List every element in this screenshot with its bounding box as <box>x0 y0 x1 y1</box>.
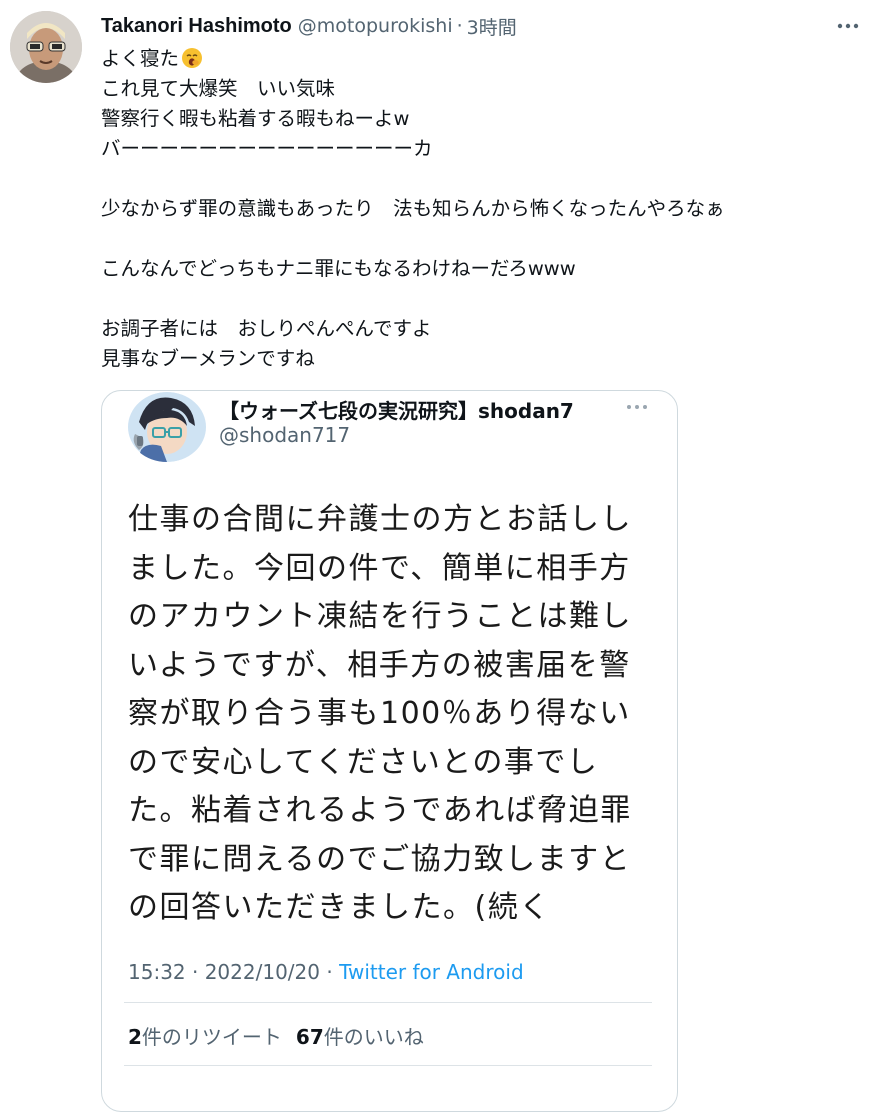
tweet-text-blank-line <box>101 284 861 314</box>
retweet-count: 2 <box>128 1025 142 1049</box>
quoted-author-name: 【ウォーズ七段の実況研究】shodan7 <box>219 399 574 423</box>
quoted-author-handle: @shodan717 <box>219 423 351 447</box>
post-time[interactable]: 3時間 <box>467 13 517 40</box>
tweet-text-line: こんなんでどっちもナニ罪にもなるわけねーだろwww <box>101 257 576 280</box>
quoted-more-icon <box>622 397 652 417</box>
tweet-text-blank-line <box>101 164 861 194</box>
quoted-body-line: 察が取り合う事も100％あり得ない <box>128 696 631 731</box>
quoted-body-line: の回答いただきました。(続く <box>128 890 551 925</box>
quoted-body-line: で罪に問えるのでご協力致しますと <box>128 841 632 877</box>
header-separator: · <box>456 15 463 37</box>
quoted-body-line: のアカウント凍結を行うことは難し <box>128 599 632 634</box>
tweet-text-line: お調子者には おしりぺんぺんですよ <box>101 317 432 340</box>
author-avatar[interactable] <box>10 11 82 83</box>
quoted-body-line: た。粘着されるようであれば脅迫罪 <box>128 793 632 828</box>
quoted-body-line: ので安心してくださいとの事でし <box>128 744 599 780</box>
quoted-body-line: ました。今回の件で、簡単に相手方 <box>128 550 631 586</box>
tweet: Takanori Hashimoto @motopurokishi · 3時間 … <box>0 0 874 1112</box>
tweet-text-line: これ見て大爆笑 いい気味 <box>101 77 336 100</box>
tweet-text: よく寝た これ見て大爆笑 いい気味 警察行く暇も粘着する暇もねーよw バーーーー… <box>101 44 861 374</box>
like-label: 件のいいね <box>323 1025 424 1049</box>
quoted-tweet-image[interactable]: 【ウォーズ七段の実況研究】shodan7 @shodan717 仕事の合間に弁護… <box>101 390 678 1112</box>
tweet-text-line: バーーーーーーーーーーーーーーーカ <box>101 137 433 160</box>
tweet-text-line: 警察行く暇も粘着する暇もねーよw <box>101 107 410 130</box>
like-count: 67 <box>295 1025 324 1049</box>
tweet-text-line: 少なからず罪の意識もあったり 法も知らんから怖くなったんやろなぁ <box>101 197 725 220</box>
tweet-text-line: よく寝た <box>101 44 861 74</box>
yawning-face-icon <box>181 47 203 69</box>
quoted-timestamp-text: 15:32 · 2022/10/20 · <box>128 960 340 984</box>
quoted-body-line: いようですが、相手方の被害届を警 <box>128 647 631 683</box>
author-name[interactable]: Takanori Hashimoto <box>101 15 292 38</box>
quoted-author-avatar <box>127 392 207 462</box>
quoted-stats: 2件のリツイート 67件のいいね <box>128 1021 424 1050</box>
quoted-client-link: Twitter for Android <box>339 960 524 984</box>
tweet-header: Takanori Hashimoto @motopurokishi · 3時間 <box>101 12 517 40</box>
author-handle[interactable]: @motopurokishi <box>298 15 453 37</box>
quoted-body-line: 仕事の合間に弁護士の方とお話しし <box>128 502 632 537</box>
quoted-timestamp: 15:32 · 2022/10/20 · Twitter for Android <box>128 960 524 984</box>
retweet-label: 件のリツイート <box>141 1025 282 1049</box>
divider <box>124 1065 652 1066</box>
tweet-text-blank-line <box>101 224 861 254</box>
quoted-body: 仕事の合間に弁護士の方とお話しし ました。今回の件で、簡単に相手方 のアカウント… <box>128 496 648 933</box>
tweet-text-line: 見事なブーメランですね <box>101 347 315 370</box>
divider <box>124 1002 652 1003</box>
more-icon[interactable] <box>832 12 864 40</box>
